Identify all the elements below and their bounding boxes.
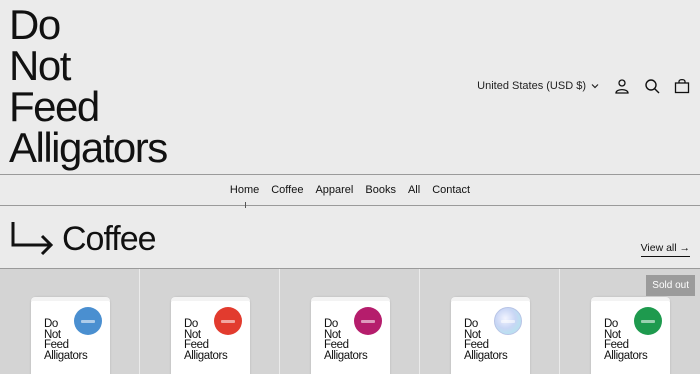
bag-label-line: Do bbox=[464, 318, 478, 330]
logo-line: Alligators bbox=[9, 124, 168, 171]
logo-line: Not bbox=[9, 42, 71, 89]
bag-label-line: Feed bbox=[44, 339, 69, 351]
bag-label: Do Not Feed Alligators bbox=[324, 318, 368, 362]
bag-label-line: Do bbox=[324, 318, 338, 330]
product-card[interactable]: Do Not Feed Alligators bbox=[140, 269, 280, 374]
bag-label-line: Do bbox=[44, 318, 58, 330]
bag-label-line: Do bbox=[184, 318, 198, 330]
product-card[interactable]: Do Not Feed Alligators bbox=[420, 269, 560, 374]
bag-label-line: Alligators bbox=[604, 349, 648, 362]
cart-icon[interactable] bbox=[674, 78, 690, 94]
chevron-down-icon bbox=[590, 81, 600, 91]
bag-label-line: Alligators bbox=[184, 349, 228, 362]
currency-selector[interactable]: United States (USD $) bbox=[477, 80, 600, 92]
nav-item-home[interactable]: Home bbox=[230, 184, 259, 208]
product-card[interactable]: Do Not Feed Alligators bbox=[0, 269, 140, 374]
logo-line: Do bbox=[9, 1, 61, 48]
bag-label-line: Do bbox=[604, 318, 618, 330]
bag-label: Do Not Feed Alligators bbox=[604, 318, 648, 362]
sold-out-badge: Sold out bbox=[646, 275, 695, 296]
logo-line: Feed bbox=[9, 83, 100, 130]
main-nav: Home Coffee Apparel Books All Contact bbox=[0, 174, 700, 208]
view-all-link[interactable]: View all → bbox=[640, 242, 690, 257]
bag-label: Do Not Feed Alligators bbox=[44, 318, 88, 362]
bag-label-line: Feed bbox=[184, 339, 209, 351]
header-actions: United States (USD $) bbox=[477, 78, 690, 94]
product-image: Do Not Feed Alligators bbox=[591, 297, 670, 374]
search-icon[interactable] bbox=[644, 78, 660, 94]
collection-header: Coffee View all → bbox=[0, 206, 700, 269]
currency-label: United States (USD $) bbox=[477, 80, 586, 92]
bag-label: Do Not Feed Alligators bbox=[184, 318, 228, 362]
nav-item-contact[interactable]: Contact bbox=[432, 184, 470, 196]
arrow-down-right-icon bbox=[11, 222, 54, 256]
account-icon[interactable] bbox=[614, 78, 630, 94]
store-logo[interactable]: Do Not Feed Alligators bbox=[9, 1, 168, 171]
collection-title-wrap: Coffee bbox=[10, 220, 157, 258]
bag-label-line: Feed bbox=[324, 339, 349, 351]
product-card[interactable]: Do Not Feed Alligators Sold out bbox=[560, 269, 700, 374]
bag-label-line: Alligators bbox=[324, 349, 368, 362]
bag-label-line: Alligators bbox=[44, 349, 88, 362]
product-card[interactable]: Do Not Feed Alligators bbox=[280, 269, 420, 374]
nav-item-apparel[interactable]: Apparel bbox=[315, 184, 353, 196]
nav-item-books[interactable]: Books bbox=[365, 184, 396, 196]
bag-label-line: Feed bbox=[604, 339, 629, 351]
bag-label-line: Alligators bbox=[464, 349, 508, 362]
product-grid: Do Not Feed Alligators Do Not Feed Allig… bbox=[0, 269, 700, 374]
bag-label: Do Not Feed Alligators bbox=[464, 318, 508, 362]
product-image: Do Not Feed Alligators bbox=[311, 297, 390, 374]
bag-label-line: Feed bbox=[464, 339, 489, 351]
product-image: Do Not Feed Alligators bbox=[171, 297, 250, 374]
product-image: Do Not Feed Alligators bbox=[31, 297, 110, 374]
product-image: Do Not Feed Alligators bbox=[451, 297, 530, 374]
nav-item-all[interactable]: All bbox=[408, 184, 420, 196]
nav-item-coffee[interactable]: Coffee bbox=[271, 184, 303, 196]
collection-title: Coffee bbox=[62, 220, 157, 258]
